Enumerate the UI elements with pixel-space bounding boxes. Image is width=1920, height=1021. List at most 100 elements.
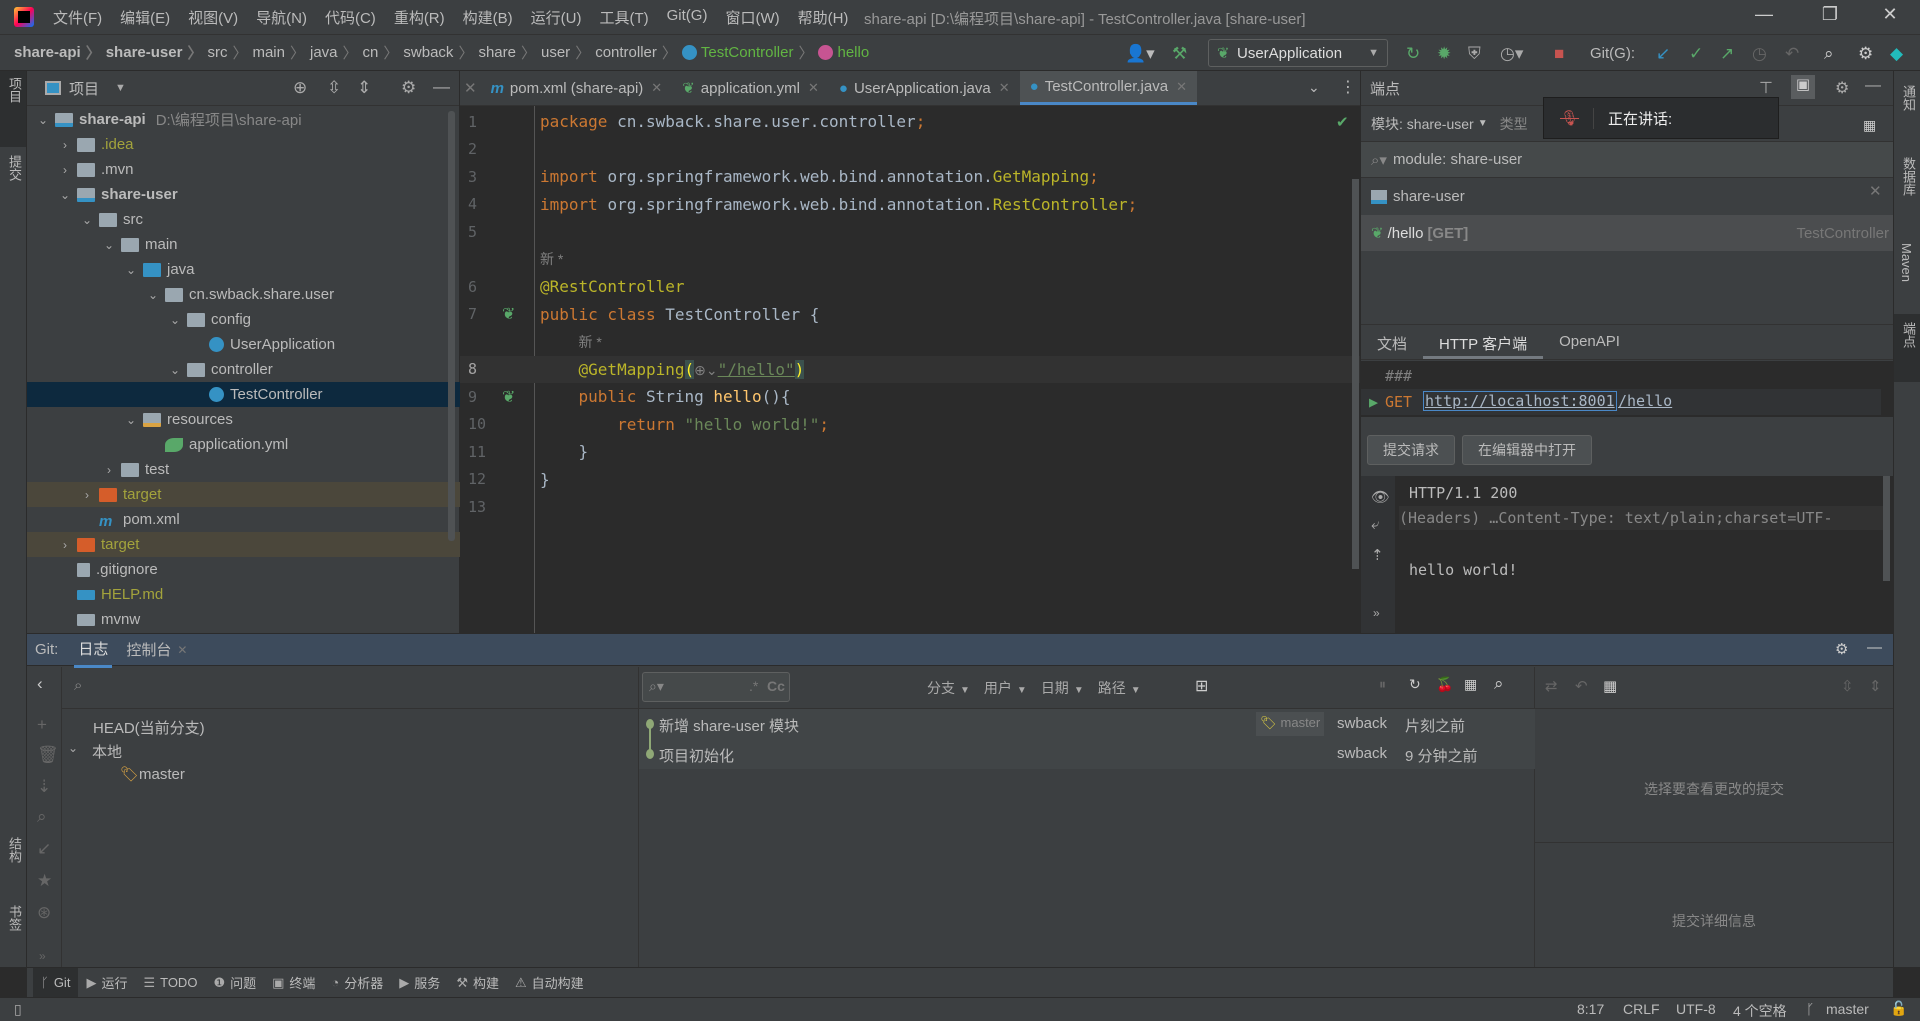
breadcrumb-item[interactable]: hello	[818, 42, 869, 63]
run-request-icon[interactable]: ▶	[1369, 393, 1378, 411]
fetch-icon[interactable]: ⇣	[37, 777, 51, 797]
revert-icon[interactable]: ↶	[1575, 677, 1588, 695]
clear-search-icon[interactable]: ✕	[1869, 182, 1882, 200]
lock-icon[interactable]: 🔓	[1890, 1000, 1907, 1017]
breadcrumb-item[interactable]: user 〉	[541, 42, 595, 63]
tree-item[interactable]: ⌄ cn.swback.share.user	[27, 282, 460, 307]
tree-item[interactable]: › target	[27, 482, 460, 507]
tool-window-5[interactable]: ◔ 分析器	[323, 968, 391, 998]
collapse-all-icon[interactable]: ⇕	[1869, 677, 1882, 695]
chevron-down-icon[interactable]: ⌄	[101, 238, 117, 252]
stripe-endpoints-button[interactable]: 端点	[1894, 314, 1920, 382]
coverage-icon[interactable]: ⛨	[1468, 44, 1481, 64]
editor-tab[interactable]: ● UserApplication.java ✕	[829, 71, 1020, 105]
tab-console[interactable]: 控制台	[126, 639, 171, 660]
project-view-select[interactable]: 项目	[69, 78, 99, 99]
tab-log[interactable]: 日志	[74, 632, 113, 668]
toolbox-icon[interactable]: ◆	[1890, 44, 1903, 64]
tree-item[interactable]: UserApplication	[27, 332, 460, 357]
stop-icon[interactable]: ■	[1554, 44, 1564, 64]
tool-window-0[interactable]: ᚴ Git	[33, 967, 79, 998]
scrollbar[interactable]	[1883, 476, 1890, 581]
chevron-down-icon[interactable]: ⌄	[167, 313, 183, 327]
breadcrumb-item[interactable]: TestController 〉	[681, 42, 819, 63]
tree-item[interactable]: application.yml	[27, 432, 460, 457]
view-options-icon[interactable]: ▦	[1464, 676, 1477, 693]
locate-icon[interactable]: ⊕	[293, 78, 307, 98]
chevron-right-icon[interactable]: ›	[101, 463, 117, 477]
line-number[interactable]: 6	[468, 278, 498, 296]
git-rollback-icon[interactable]: ↶	[1785, 44, 1799, 64]
stripe-commit-button[interactable]: 提交	[5, 155, 24, 181]
log-filter-3[interactable]: 路径 ▼	[1098, 678, 1141, 698]
log-filter-2[interactable]: 日期 ▼	[1041, 678, 1084, 698]
stripe-database-button[interactable]: 数据库	[1899, 157, 1918, 196]
chevron-right-icon[interactable]: ›	[57, 163, 73, 177]
editor-tab[interactable]: ❦ application.yml ✕	[672, 71, 829, 105]
pause-icon[interactable]: ⏸	[1379, 676, 1386, 693]
chevron-right-icon[interactable]: ›	[57, 138, 73, 152]
more-icon[interactable]: »	[1373, 606, 1380, 620]
view-icon[interactable]: 👁	[1371, 488, 1390, 506]
git-push-icon[interactable]: ↗	[1720, 44, 1734, 64]
line-number[interactable]: 9	[468, 388, 498, 406]
type-filter-select[interactable]: 类型	[1500, 114, 1528, 134]
tool-window-6[interactable]: ▶ 服务	[391, 968, 448, 998]
log-filter-0[interactable]: 分支 ▼	[927, 678, 970, 698]
chevron-down-icon[interactable]: ⌄	[167, 363, 183, 377]
editor-tab[interactable]: m pom.xml (share-api) ✕	[481, 71, 673, 105]
stripe-maven-button[interactable]: Maven	[1899, 243, 1914, 282]
group-by-icon[interactable]: ▦	[1603, 677, 1617, 695]
tree-item[interactable]: ⌄ config	[27, 307, 460, 332]
close-tab-icon[interactable]: ✕	[177, 643, 187, 657]
log-search-input[interactable]: ⌕▾ .* Cc	[642, 672, 790, 702]
more-icon[interactable]: »	[39, 949, 46, 963]
collapse-branches-icon[interactable]: ‹	[37, 674, 43, 694]
spring-bean-gutter-icon[interactable]: ❦	[502, 387, 515, 407]
branch-master[interactable]: master	[139, 766, 185, 783]
chevron-down-icon[interactable]: ⌄	[68, 741, 78, 755]
menu-item[interactable]: 编辑(E)	[111, 7, 179, 28]
indent-setting[interactable]: 4 个空格	[1733, 1001, 1787, 1021]
breadcrumb-item[interactable]: src 〉	[207, 42, 252, 63]
run-config-select[interactable]: ❦ UserApplication ▼	[1208, 39, 1388, 67]
line-number[interactable]: 10	[468, 415, 498, 433]
tree-item[interactable]: HELP.md	[27, 582, 460, 607]
collapse-all-icon[interactable]: ⇕	[357, 78, 371, 98]
editor-scrollbar[interactable]	[1352, 179, 1359, 569]
stripe-project-button[interactable]: 项目	[0, 71, 26, 147]
breadcrumb-item[interactable]: main 〉	[252, 42, 310, 63]
new-tab-icon[interactable]: ⊞	[1195, 676, 1208, 696]
git-branch[interactable]: master	[1826, 1001, 1869, 1017]
branch-group-local[interactable]: 本地	[92, 741, 122, 762]
stripe-notifications-button[interactable]: 通知	[1899, 85, 1918, 111]
add-branch-icon[interactable]: +	[37, 715, 47, 735]
user-icon[interactable]: 👤▾	[1125, 44, 1155, 64]
git-history-icon[interactable]: ◷	[1752, 44, 1767, 64]
endpoint-item[interactable]: ❦ /hello [GET] TestController	[1361, 215, 1893, 251]
line-number[interactable]: 13	[468, 498, 498, 516]
tree-item[interactable]: ⌄ main	[27, 232, 460, 257]
menu-item[interactable]: Git(G)	[658, 7, 717, 28]
line-separator[interactable]: CRLF	[1623, 1001, 1660, 1017]
chevron-down-icon[interactable]: ⌄	[35, 113, 51, 127]
breadcrumb-item[interactable]: java 〉	[310, 42, 363, 63]
expand-all-icon[interactable]: ⇳	[327, 78, 341, 98]
caret-position[interactable]: 8:17	[1577, 1001, 1604, 1017]
tree-item[interactable]: TestController	[27, 382, 460, 407]
soft-wrap-icon[interactable]: ⤶	[1371, 516, 1379, 533]
close-tab-icon[interactable]: ✕	[651, 80, 662, 96]
tool-window-1[interactable]: ▶ 运行	[78, 968, 135, 998]
tree-item[interactable]: › test	[27, 457, 460, 482]
line-number[interactable]: 5	[468, 223, 498, 241]
chevron-down-icon[interactable]: ⌄	[57, 188, 73, 202]
line-number[interactable]: 2	[468, 140, 498, 158]
tree-item[interactable]: m pom.xml	[27, 507, 460, 532]
gear-icon[interactable]: ⚙	[1835, 640, 1848, 658]
code-area[interactable]: 1 package cn.swback.share.user.controller…	[460, 106, 1360, 633]
search-icon[interactable]: ⌕	[37, 807, 47, 827]
cherry-pick-icon[interactable]: 🍒	[1436, 676, 1453, 693]
menu-item[interactable]: 导航(N)	[247, 7, 316, 28]
breadcrumb-item[interactable]: controller 〉	[595, 42, 682, 63]
breadcrumb-item[interactable]: share 〉	[478, 42, 541, 63]
